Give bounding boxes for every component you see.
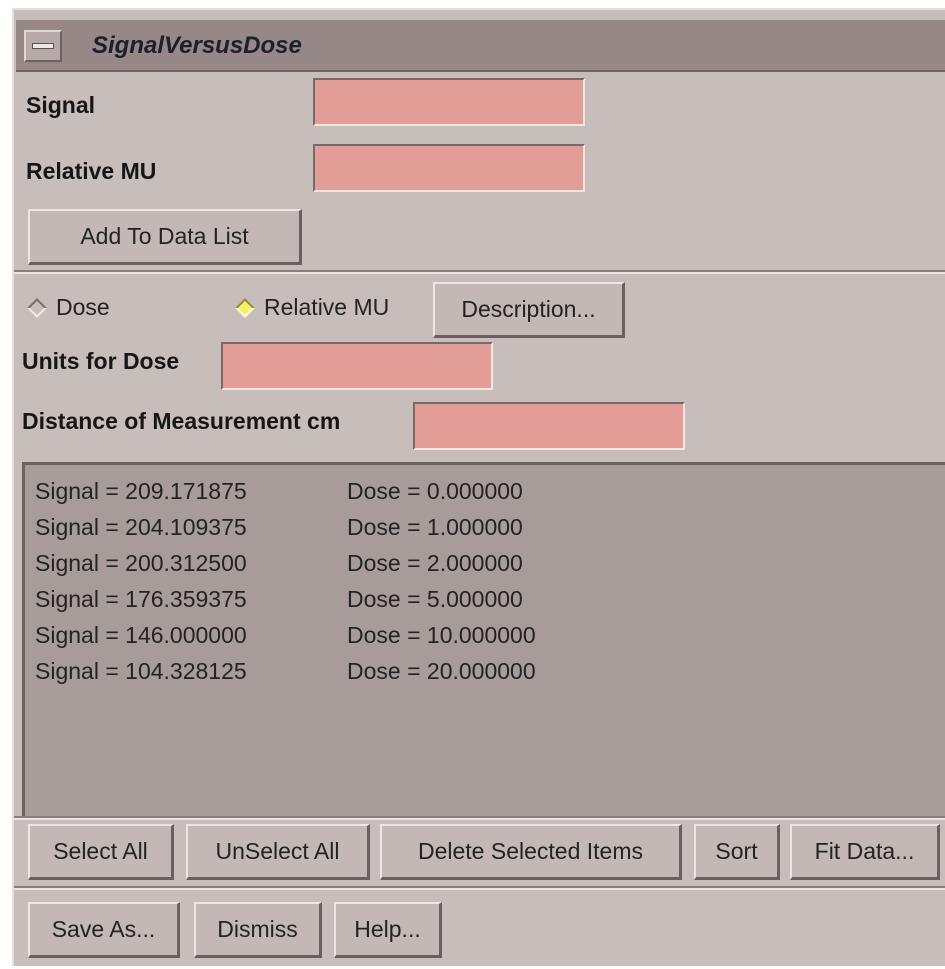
description-button[interactable]: Description... bbox=[433, 282, 625, 338]
list-item-dose: Dose = 10.000000 bbox=[347, 621, 536, 648]
radio-diamond-on-icon bbox=[235, 297, 255, 318]
add-to-data-list-button[interactable]: Add To Data List bbox=[28, 209, 302, 265]
list-item[interactable]: Signal = 204.109375 Dose = 1.000000 bbox=[35, 509, 945, 545]
units-for-dose-label: Units for Dose bbox=[22, 348, 180, 374]
dose-radio-label: Dose bbox=[56, 294, 110, 320]
relative-mu-radio[interactable]: Relative MU bbox=[232, 294, 389, 321]
relative-mu-radio-label: Relative MU bbox=[264, 294, 390, 320]
dose-radio[interactable]: Dose bbox=[24, 294, 110, 321]
list-item[interactable]: Signal = 176.359375 Dose = 5.000000 bbox=[35, 581, 945, 617]
fit-data-button[interactable]: Fit Data... bbox=[790, 824, 940, 880]
list-item[interactable]: Signal = 146.000000 Dose = 10.000000 bbox=[35, 617, 945, 653]
window-menu-icon bbox=[32, 43, 54, 49]
distance-of-measurement-label: Distance of Measurement cm bbox=[22, 408, 341, 434]
window-title: SignalVersusDose bbox=[92, 32, 302, 59]
save-as-button[interactable]: Save As... bbox=[28, 902, 180, 958]
list-item-dose: Dose = 0.000000 bbox=[347, 477, 523, 504]
units-for-dose-input[interactable] bbox=[221, 342, 493, 390]
list-item-signal: Signal = 104.328125 bbox=[35, 657, 247, 684]
sort-button[interactable]: Sort bbox=[694, 824, 780, 880]
list-item-signal: Signal = 146.000000 bbox=[35, 621, 247, 648]
distance-of-measurement-input[interactable] bbox=[413, 402, 685, 450]
signal-label: Signal bbox=[26, 92, 96, 118]
list-item[interactable]: Signal = 209.171875 Dose = 0.000000 bbox=[35, 473, 945, 509]
window-menu-button[interactable] bbox=[24, 30, 62, 62]
list-item-dose: Dose = 20.000000 bbox=[347, 657, 536, 684]
relative-mu-label: Relative MU bbox=[26, 158, 157, 184]
help-button[interactable]: Help... bbox=[334, 902, 442, 958]
radio-diamond-off-icon bbox=[27, 297, 47, 318]
list-item-signal: Signal = 204.109375 bbox=[35, 513, 247, 540]
delete-selected-items-button[interactable]: Delete Selected Items bbox=[380, 824, 682, 880]
unselect-all-button[interactable]: UnSelect All bbox=[186, 824, 370, 880]
data-list[interactable]: Signal = 209.171875 Dose = 0.000000 Signal… bbox=[22, 462, 945, 818]
signal-versus-dose-window: SignalVersusDose Signal Relative MU Add … bbox=[12, 8, 945, 966]
list-item-dose: Dose = 2.000000 bbox=[347, 549, 523, 576]
list-item[interactable]: Signal = 104.328125 Dose = 20.000000 bbox=[35, 653, 945, 689]
separator-footer bbox=[14, 886, 945, 890]
relative-mu-input[interactable] bbox=[313, 144, 585, 192]
list-item-signal: Signal = 176.359375 bbox=[35, 585, 247, 612]
list-item-dose: Dose = 5.000000 bbox=[347, 585, 523, 612]
list-item-signal: Signal = 200.312500 bbox=[35, 549, 247, 576]
dismiss-button[interactable]: Dismiss bbox=[194, 902, 322, 958]
separator-list bbox=[14, 816, 945, 820]
list-item[interactable]: Signal = 200.312500 Dose = 2.000000 bbox=[35, 545, 945, 581]
separator-inputs bbox=[14, 270, 945, 274]
list-item-dose: Dose = 1.000000 bbox=[347, 513, 523, 540]
select-all-button[interactable]: Select All bbox=[28, 824, 174, 880]
signal-input[interactable] bbox=[313, 78, 585, 126]
list-item-signal: Signal = 209.171875 bbox=[35, 477, 247, 504]
title-bar[interactable]: SignalVersusDose bbox=[16, 20, 945, 72]
